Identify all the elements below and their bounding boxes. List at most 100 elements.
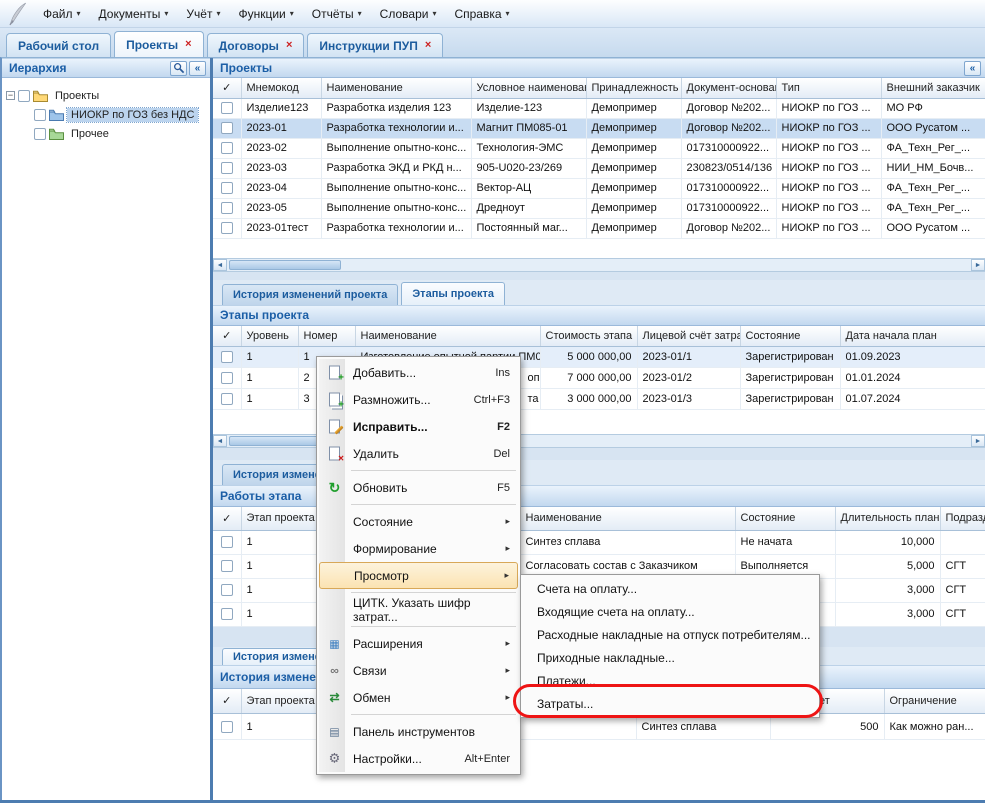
column-header[interactable]: Длительность план▾	[835, 507, 940, 530]
column-header[interactable]: Внешний заказчик	[881, 78, 985, 98]
checkbox[interactable]	[221, 351, 233, 363]
column-header[interactable]: Документ-основание	[681, 78, 776, 98]
sm-receipt-notes[interactable]: Приходные накладные...	[523, 646, 817, 669]
table-row[interactable]: Изделие123Разработка изделия 123Изделие-…	[213, 98, 985, 118]
tab-instructions[interactable]: Инструкции ПУП×	[307, 33, 443, 57]
checkbox[interactable]	[221, 142, 233, 154]
table-row-selected[interactable]: 2023-01Разработка технологии и...Магнит …	[213, 118, 985, 138]
scroll-left-icon[interactable]: ◄	[213, 259, 227, 271]
tab-project-stages[interactable]: Этапы проекта	[401, 282, 505, 305]
scroll-right-icon[interactable]: ►	[971, 435, 985, 447]
expander-icon[interactable]: −	[6, 91, 15, 100]
column-header[interactable]: Принадлежность	[586, 78, 681, 98]
collapse-panel-button[interactable]: «	[189, 61, 206, 76]
menubar: Файл▾ Документы▾ Учёт▾ Функции▾ Отчёты▾ …	[0, 0, 985, 28]
tab-desktop[interactable]: Рабочий стол	[6, 33, 111, 57]
menu-functions[interactable]: Функции▾	[229, 3, 302, 25]
column-header[interactable]: Мнемокод	[241, 78, 321, 98]
checkbox[interactable]	[221, 182, 233, 194]
cm-exchange[interactable]: ⇄ Обмен▸	[319, 684, 518, 711]
tree-node-projects[interactable]: − Проекты	[6, 86, 206, 105]
checkbox[interactable]	[34, 128, 46, 140]
checkbox[interactable]	[221, 202, 233, 214]
table-row[interactable]: 2023-01тестРазработка технологии и...Пос…	[213, 218, 985, 238]
sm-payments[interactable]: Платежи...	[523, 669, 817, 692]
scroll-left-icon[interactable]: ◄	[213, 435, 227, 447]
cm-settings[interactable]: ⚙ Настройки...Alt+Enter	[319, 745, 518, 772]
cm-delete[interactable]: × УдалитьDel	[319, 440, 518, 467]
table-row[interactable]: 2023-02Выполнение опытно-конс...Технолог…	[213, 138, 985, 158]
sm-costs[interactable]: Затраты...	[523, 692, 817, 715]
checkbox[interactable]	[18, 90, 30, 102]
column-header[interactable]: Подразделение	[940, 507, 985, 530]
menu-accounting[interactable]: Учёт▾	[177, 3, 229, 25]
sm-incoming-invoices[interactable]: Входящие счета на оплату...	[523, 600, 817, 623]
column-header[interactable]: Лицевой счёт затрат	[637, 326, 740, 347]
cm-citk-cost-code[interactable]: ЦИТК. Указать шифр затрат...	[319, 596, 518, 623]
checkbox[interactable]	[221, 222, 233, 234]
checkbox[interactable]	[221, 560, 233, 572]
column-header[interactable]: Стоимость этапа	[540, 326, 637, 347]
tree-node-niokr[interactable]: НИОКР по ГОЗ без НДС	[34, 105, 206, 124]
column-header[interactable]: Состояние	[735, 507, 835, 530]
menu-help[interactable]: Справка▾	[445, 3, 518, 25]
column-header[interactable]: Состояние	[740, 326, 840, 347]
sm-invoices[interactable]: Счета на оплату...	[523, 577, 817, 600]
cm-duplicate[interactable]: + Размножить...Ctrl+F3	[319, 386, 518, 413]
checkbox[interactable]	[221, 372, 233, 384]
tab-project-history[interactable]: История изменений проекта	[222, 284, 398, 305]
column-header[interactable]: Наименование	[355, 326, 540, 347]
cm-refresh[interactable]: ↻ ОбновитьF5	[319, 474, 518, 501]
tree-node-other[interactable]: Прочее	[34, 124, 206, 143]
cm-edit[interactable]: Исправить...F2	[319, 413, 518, 440]
column-header[interactable]: Ограничение	[884, 689, 985, 714]
cm-add[interactable]: + Добавить...Ins	[319, 359, 518, 386]
checkbox[interactable]	[221, 122, 233, 134]
column-header[interactable]: Уровень	[241, 326, 298, 347]
collapse-panel-button[interactable]: «	[964, 61, 981, 76]
menu-dictionaries[interactable]: Словари▾	[371, 3, 446, 25]
checkbox[interactable]	[221, 393, 233, 405]
check-column-header[interactable]: ✓	[213, 507, 241, 530]
checkbox[interactable]	[221, 608, 233, 620]
column-header[interactable]: Условное наименование	[471, 78, 586, 98]
menu-file[interactable]: Файл▾	[34, 3, 90, 25]
scrollbar-thumb[interactable]	[229, 260, 341, 270]
checkbox[interactable]	[221, 536, 233, 548]
column-header[interactable]: Номер	[298, 326, 355, 347]
checkbox[interactable]	[221, 721, 233, 733]
cm-toolbar[interactable]: ▤ Панель инструментов	[319, 718, 518, 745]
check-column-header[interactable]: ✓	[213, 689, 241, 714]
column-header[interactable]: Наименование	[520, 507, 735, 530]
cm-formation[interactable]: Формирование▸	[319, 535, 518, 562]
checkbox[interactable]	[221, 584, 233, 596]
table-row[interactable]: 2023-04Выполнение опытно-конс...Вектор-А…	[213, 178, 985, 198]
scroll-right-icon[interactable]: ►	[971, 259, 985, 271]
close-icon[interactable]: ×	[286, 40, 292, 51]
check-column-header[interactable]: ✓	[213, 326, 241, 347]
edit-icon	[326, 418, 343, 435]
column-header[interactable]: Дата начала план	[840, 326, 985, 347]
column-header[interactable]: Тип	[776, 78, 881, 98]
menu-documents[interactable]: Документы▾	[90, 3, 178, 25]
checkbox[interactable]	[34, 109, 46, 121]
sm-consumption-notes[interactable]: Расходные накладные на отпуск потребител…	[523, 623, 817, 646]
menu-reports[interactable]: Отчёты▾	[303, 3, 371, 25]
checkbox[interactable]	[221, 102, 233, 114]
tab-projects[interactable]: Проекты×	[114, 31, 204, 57]
close-icon[interactable]: ×	[185, 39, 191, 50]
cm-links[interactable]: ∞ Связи▸	[319, 657, 518, 684]
column-header[interactable]: Наименование	[321, 78, 471, 98]
table-row[interactable]: 2023-03Разработка ЭКД и РКД н...905-U020…	[213, 158, 985, 178]
cm-view[interactable]: Просмотр▸	[319, 562, 518, 589]
cm-extensions[interactable]: ▦ Расширения▸	[319, 630, 518, 657]
cm-state[interactable]: Состояние▸	[319, 508, 518, 535]
checkbox[interactable]	[221, 162, 233, 174]
check-column-header[interactable]: ✓	[213, 78, 241, 98]
search-icon[interactable]	[170, 61, 187, 76]
tab-contracts[interactable]: Договоры×	[207, 33, 305, 57]
panel-title: Иерархия	[9, 61, 67, 75]
horizontal-scrollbar[interactable]: ◄ ►	[213, 258, 985, 272]
close-icon[interactable]: ×	[425, 40, 431, 51]
table-row[interactable]: 2023-05Выполнение опытно-конс...Дредноут…	[213, 198, 985, 218]
